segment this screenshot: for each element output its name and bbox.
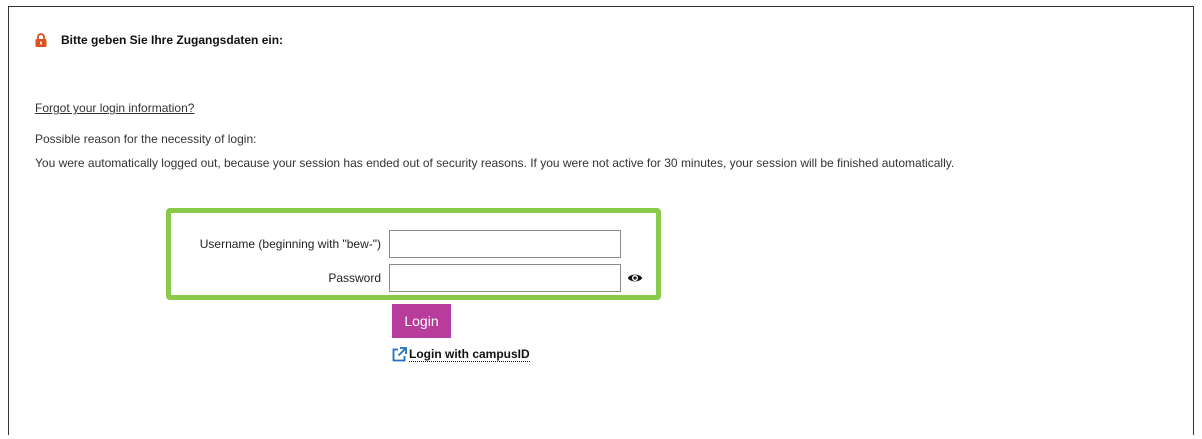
username-input[interactable] bbox=[389, 230, 621, 258]
campus-login-label: Login with campusID bbox=[409, 347, 530, 362]
lock-icon bbox=[35, 33, 47, 47]
login-header: Bitte geben Sie Ihre Zugangsdaten ein: bbox=[35, 33, 283, 47]
username-row: Username (beginning with "bew-") bbox=[171, 230, 621, 258]
username-label: Username (beginning with "bew-") bbox=[199, 237, 381, 251]
forgot-login-link[interactable]: Forgot your login information? bbox=[35, 101, 194, 115]
login-panel: Bitte geben Sie Ihre Zugangsdaten ein: F… bbox=[8, 6, 1194, 435]
password-input[interactable] bbox=[389, 264, 621, 292]
credentials-highlight-box: Username (beginning with "bew-") Passwor… bbox=[166, 208, 661, 300]
password-label: Password bbox=[328, 271, 381, 285]
external-link-icon bbox=[392, 347, 407, 362]
reason-text: You were automatically logged out, becau… bbox=[35, 156, 955, 170]
password-row: Password bbox=[171, 264, 643, 292]
campus-login-link[interactable]: Login with campusID bbox=[392, 347, 530, 362]
login-title: Bitte geben Sie Ihre Zugangsdaten ein: bbox=[61, 33, 284, 47]
reason-title: Possible reason for the necessity of log… bbox=[35, 132, 257, 146]
login-button[interactable]: Login bbox=[392, 304, 451, 338]
eye-icon[interactable] bbox=[627, 272, 643, 284]
